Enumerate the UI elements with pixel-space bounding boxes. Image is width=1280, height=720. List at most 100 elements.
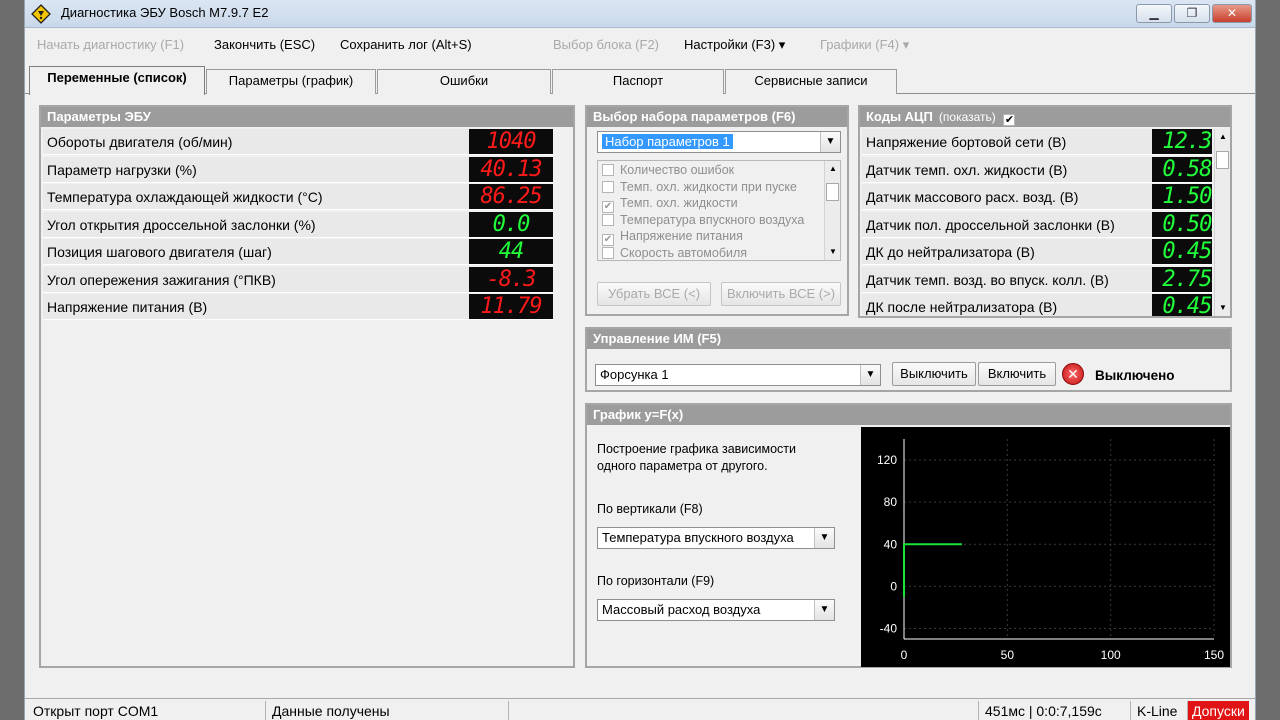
ecu-param-label: Параметр нагрузки (%) <box>47 161 197 178</box>
param-set-panel: Выбор набора параметров (F6) Набор парам… <box>585 105 849 316</box>
scroll-thumb[interactable] <box>826 183 839 201</box>
checkbox[interactable] <box>602 180 614 193</box>
stop-icon: ✕ <box>1062 363 1084 385</box>
graph-panel: График y=F(x) Построение графика зависим… <box>585 403 1232 668</box>
adc-value: 0.459 <box>1152 294 1212 316</box>
ecu-param-row: Параметр нагрузки (%) 40.13 <box>43 156 553 183</box>
menu-settings[interactable]: Настройки (F3) ▾ <box>684 37 785 53</box>
ecu-param-value: 86.25 <box>469 184 553 209</box>
remove-all-button[interactable]: Убрать ВСЕ (<) <box>597 282 711 306</box>
scroll-up-icon[interactable]: ▲ <box>1215 129 1231 145</box>
ecu-param-value: -8.3 <box>469 266 553 292</box>
turn-off-button[interactable]: Выключить <box>892 362 976 386</box>
y-tick-label: 40 <box>884 537 898 551</box>
enable-all-button[interactable]: Включить ВСЕ (>) <box>721 282 841 306</box>
vertical-axis-select[interactable]: Температура впускного воздуха ▼ <box>597 527 835 549</box>
param-set-selected: Набор параметров 1 <box>602 134 733 149</box>
param-checklist-item[interactable]: Температура впускного воздуха <box>602 213 804 229</box>
menu-start-diagnostics[interactable]: Начать диагностику (F1) <box>37 37 184 52</box>
checkbox[interactable] <box>602 246 614 259</box>
scroll-down-icon[interactable]: ▼ <box>1215 300 1231 316</box>
y-tick-label: 120 <box>877 453 897 467</box>
tab-bar: Переменные (список) Параметры (график) О… <box>25 66 1255 95</box>
ecu-param-row: Обороты двигателя (об/мин) 1040 <box>43 129 553 155</box>
graph-title: График y=F(x) <box>587 405 1230 425</box>
checkbox[interactable]: ✔ <box>602 234 614 246</box>
adc-label: Датчик пол. дроссельной заслонки (В) <box>866 216 1115 233</box>
ecu-param-row: Угол открытия дроссельной заслонки (%) 0.… <box>43 211 553 238</box>
maximize-button[interactable]: ❐ <box>1174 4 1210 23</box>
menu-charts[interactable]: Графики (F4) ▾ <box>820 37 909 53</box>
ecu-param-value: 11.79 <box>469 294 553 319</box>
ecu-params-title: Параметры ЭБУ <box>41 107 573 127</box>
chevron-down-icon[interactable]: ▼ <box>820 132 840 152</box>
turn-on-button[interactable]: Включить <box>978 362 1056 386</box>
tab-passport[interactable]: Паспорт <box>552 69 724 94</box>
app-logo-icon <box>31 4 51 24</box>
param-list-scrollbar[interactable]: ▲ ▼ <box>824 161 840 260</box>
ecu-param-value: 40.13 <box>469 156 553 182</box>
horizontal-axis-label: По горизонтали (F9) <box>597 574 715 588</box>
checklist-label: Температура впускного воздуха <box>620 212 805 227</box>
x-tick-label: 150 <box>1204 648 1224 662</box>
menu-finish[interactable]: Закончить (ESC) <box>214 37 315 52</box>
status-spacer <box>508 701 978 720</box>
adc-value: 0.503 <box>1152 211 1212 237</box>
param-checklist-item[interactable]: ✔ Темп. охл. жидкости <box>602 196 738 213</box>
param-checklist-item[interactable]: ✔ Напряжение питания <box>602 229 743 246</box>
y-tick-label: 80 <box>884 495 898 509</box>
adc-label: Датчик темп. возд. во впуск. колл. (В) <box>866 271 1109 288</box>
tab-parameters-graph[interactable]: Параметры (график) <box>206 69 376 94</box>
status-data: Данные получены <box>265 701 390 720</box>
minimize-button[interactable]: ▁ <box>1136 4 1172 23</box>
param-set-select[interactable]: Набор параметров 1 ▼ <box>597 131 841 153</box>
param-checklist-item[interactable]: Скорость автомобиля <box>602 246 747 261</box>
ecu-param-value: 44 <box>469 239 553 264</box>
checklist-label: Темп. охл. жидкости <box>620 196 738 210</box>
checklist-label: Количество ошибок <box>620 163 735 177</box>
ecu-param-row: Напряжение питания (В) 11.79 <box>43 294 553 320</box>
title-bar: Диагностика ЭБУ Bosch M7.9.7 E2 ▁ ❐ ✕ <box>25 0 1255 28</box>
y-tick-label: -40 <box>880 621 898 635</box>
adc-label: Датчик массового расх. возд. (В) <box>866 189 1079 205</box>
ecu-param-label: Обороты двигателя (об/мин) <box>47 134 233 150</box>
scroll-thumb[interactable] <box>1216 151 1229 169</box>
scroll-down-icon[interactable]: ▼ <box>825 244 840 260</box>
chevron-down-icon[interactable]: ▼ <box>814 600 834 620</box>
actuator-select[interactable]: Форсунка 1 ▼ <box>595 364 881 386</box>
adc-row: Датчик массового расх. возд. (В) 1.504 <box>862 184 1212 210</box>
checkbox[interactable]: ✔ <box>602 201 614 213</box>
adc-value: 0.586 <box>1152 156 1212 182</box>
param-checklist-item[interactable]: Количество ошибок <box>602 163 734 179</box>
ecu-param-row: Угол опережения зажигания (°ПКВ) -8.3 <box>43 266 553 293</box>
param-checklist-item[interactable]: Темп. охл. жидкости при пуске <box>602 180 797 196</box>
adc-row: Напряжение бортовой сети (В) 12.37 <box>862 129 1212 155</box>
chevron-down-icon[interactable]: ▼ <box>860 365 880 385</box>
checkbox[interactable] <box>602 213 614 226</box>
ecu-param-row: Позиция шагового двигателя (шаг) 44 <box>43 239 553 265</box>
ecu-param-label: Угол опережения зажигания (°ПКВ) <box>47 271 276 288</box>
close-button[interactable]: ✕ <box>1212 4 1252 23</box>
adc-value: 12.37 <box>1152 129 1212 154</box>
xy-chart-svg: 12080400-400 50 100 150 <box>877 439 1224 662</box>
adc-row: Датчик пол. дроссельной заслонки (В) 0.50… <box>862 211 1212 238</box>
horizontal-axis-value: Массовый расход воздуха <box>602 602 761 617</box>
vertical-axis-value: Температура впускного воздуха <box>602 530 794 545</box>
adc-value: 0.459 <box>1152 239 1212 264</box>
tab-service-records[interactable]: Сервисные записи <box>725 69 897 94</box>
chevron-down-icon[interactable]: ▼ <box>814 528 834 548</box>
graph-description-2: одного параметра от другого. <box>597 459 768 473</box>
tab-errors[interactable]: Ошибки <box>377 69 551 94</box>
adc-label: ДК после нейтрализатора (В) <box>866 299 1058 315</box>
adc-scrollbar[interactable]: ▲ ▼ <box>1214 129 1230 316</box>
horizontal-axis-select[interactable]: Массовый расход воздуха ▼ <box>597 599 835 621</box>
menu-select-block[interactable]: Выбор блока (F2) <box>553 37 659 52</box>
adc-value: 1.504 <box>1152 184 1212 209</box>
checkbox[interactable] <box>602 164 614 176</box>
app-window: Диагностика ЭБУ Bosch M7.9.7 E2 ▁ ❐ ✕ На… <box>24 0 1256 720</box>
scroll-up-icon[interactable]: ▲ <box>825 161 840 177</box>
menu-save-log[interactable]: Сохранить лог (Alt+S) <box>340 37 472 52</box>
tab-variables-list[interactable]: Переменные (список) <box>29 66 205 95</box>
xy-graph: 120 80 40 0 -40 0 50 100 150 <box>861 427 1230 667</box>
adc-value: 2.754 <box>1152 266 1212 292</box>
